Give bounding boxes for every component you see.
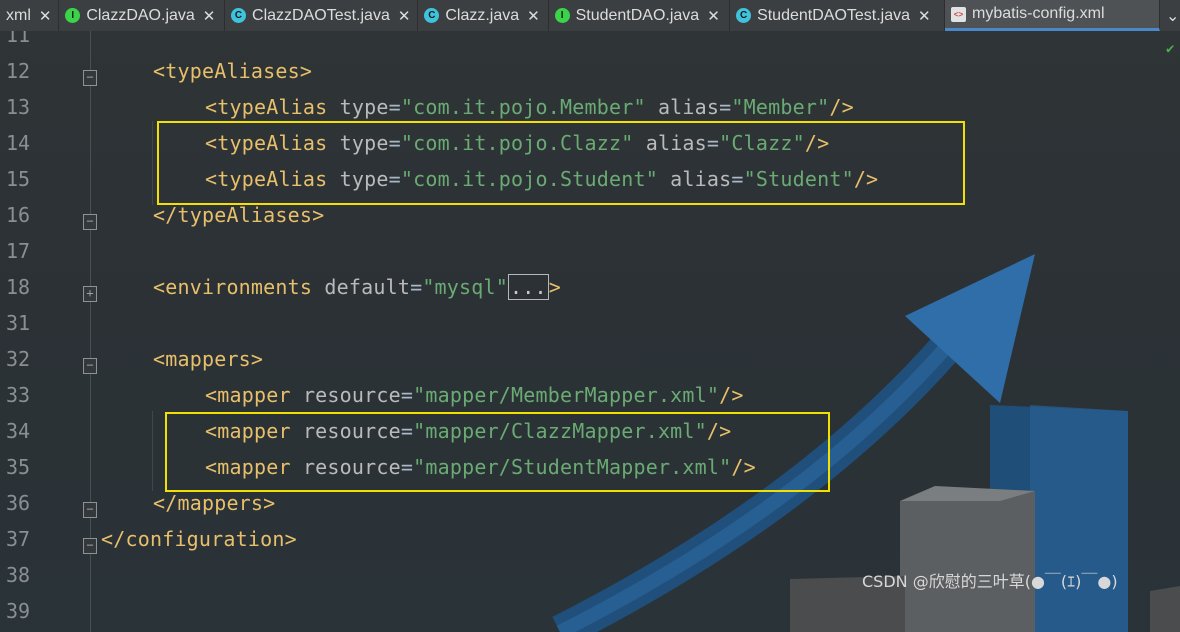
line-number: 33 — [6, 383, 31, 407]
interface-icon: I — [554, 8, 570, 23]
tab-studentdaotest-java[interactable]: C StudentDAOTest.java ✕ — [730, 0, 946, 31]
editor-tab-bar: xml ✕ I ClazzDAO.java ✕ C ClazzDAOTest.java ✕ C C… — [0, 0, 1180, 32]
code-token: type — [339, 95, 389, 119]
code-token: <mappers> — [153, 347, 264, 371]
line-number: 16 — [6, 203, 31, 227]
code-token: alias — [645, 95, 720, 119]
collapse-fold-icon[interactable]: − — [83, 214, 97, 230]
line-number: 31 — [6, 311, 31, 335]
line-number: 18 — [6, 275, 31, 299]
close-icon[interactable]: ✕ — [527, 7, 540, 25]
code-token: <typeAliases> — [153, 59, 313, 83]
code-line[interactable]: </typeAliases> — [153, 203, 324, 227]
code-token: = — [388, 95, 401, 119]
tab-label: Clazz.java — [445, 6, 520, 24]
class-icon: C — [231, 8, 247, 23]
close-icon[interactable]: ✕ — [707, 7, 720, 25]
code-token: "mapper/MemberMapper.xml" — [413, 383, 720, 407]
close-icon[interactable]: ✕ — [918, 7, 931, 25]
tab-label: StudentDAOTest.java — [757, 6, 911, 24]
code-token: </typeAliases> — [153, 203, 325, 227]
collapse-fold-icon[interactable]: − — [83, 70, 97, 86]
interface-icon: I — [65, 8, 81, 23]
indent-guide — [152, 121, 153, 205]
code-token: = — [410, 275, 423, 299]
collapse-fold-icon[interactable]: − — [83, 538, 97, 554]
code-token: "Member" — [731, 95, 830, 119]
line-number: 34 — [6, 419, 31, 443]
collapse-fold-icon[interactable]: − — [83, 502, 97, 518]
line-number: 35 — [6, 455, 31, 479]
code-line[interactable]: <mappers> — [153, 347, 263, 371]
code-token: default — [324, 275, 411, 299]
collapse-fold-icon[interactable]: − — [83, 358, 97, 374]
indent-guide — [152, 411, 153, 491]
line-number: 32 — [6, 347, 31, 371]
line-number: 38 — [6, 563, 31, 587]
code-editor[interactable]: 11 12− <typeAliases> 13 <typeAlias type="com… — [0, 31, 1180, 632]
tab-clazzdao-java[interactable]: I ClazzDAO.java ✕ — [59, 0, 226, 31]
code-token: = — [719, 95, 732, 119]
code-token: resource — [302, 383, 401, 407]
tab-label: StudentDAO.java — [575, 6, 700, 24]
class-icon: C — [736, 8, 752, 23]
line-number: 12 — [6, 59, 31, 83]
code-line[interactable]: </mappers> — [153, 491, 275, 515]
line-number: 36 — [6, 491, 31, 515]
code-token: "com.it.pojo.Member" — [400, 95, 646, 119]
tab-label: mybatis-config.xml — [972, 5, 1105, 22]
tab-overflow-chevron-icon[interactable]: ⌄ — [1160, 0, 1180, 31]
line-number: 39 — [6, 599, 31, 623]
highlight-box-type-aliases — [157, 121, 965, 205]
code-line[interactable]: <environments default="mysql"... > — [153, 274, 561, 300]
code-token: /> — [829, 95, 854, 119]
line-number: 15 — [6, 167, 31, 191]
code-token: </configuration> — [101, 527, 297, 551]
tab-clazz-java[interactable]: C Clazz.java ✕ — [418, 0, 549, 31]
close-icon[interactable]: ✕ — [203, 7, 216, 25]
code-line[interactable]: </configuration> — [101, 527, 297, 551]
code-line[interactable]: <typeAliases> — [153, 59, 312, 83]
code-token: <environments — [153, 275, 325, 299]
tab-mybatis-config-xml[interactable]: <> mybatis-config.xml — [945, 0, 1161, 31]
inspection-ok-icon: ✔ — [1166, 41, 1175, 57]
line-number: 13 — [6, 95, 31, 119]
code-line[interactable]: <mapper resource="mapper/MemberMapper.xm… — [205, 383, 744, 407]
code-token: <typeAlias — [205, 95, 340, 119]
code-line[interactable]: <typeAlias type="com.it.pojo.Member" ali… — [205, 95, 854, 119]
tab-label: xml — [6, 6, 31, 24]
close-icon[interactable]: ✕ — [39, 7, 52, 25]
collapsed-region-button[interactable]: ... — [508, 274, 549, 300]
close-icon[interactable]: ✕ — [398, 7, 411, 25]
tab-label: ClazzDAOTest.java — [252, 6, 390, 24]
xml-file-icon: <> — [951, 6, 967, 22]
watermark: CSDN @欣慰的三叶草(●￣(ｴ)￣●) — [862, 572, 1118, 591]
tab-xml[interactable]: xml ✕ — [0, 0, 60, 31]
line-number: 11 — [6, 31, 31, 47]
code-token: = — [400, 383, 414, 407]
code-token: <mapper — [205, 383, 303, 407]
line-number: 37 — [6, 527, 31, 551]
line-number: 14 — [6, 131, 31, 155]
highlight-box-mappers — [165, 412, 830, 492]
expand-fold-icon[interactable]: + — [83, 286, 97, 302]
code-token: > — [548, 275, 561, 299]
tab-label: ClazzDAO.java — [86, 6, 195, 24]
code-token: "mysql" — [422, 275, 508, 299]
tab-clazzdaotest-java[interactable]: C ClazzDAOTest.java ✕ — [225, 0, 419, 31]
line-number: 17 — [6, 239, 31, 263]
code-token: /> — [719, 383, 744, 407]
class-icon: C — [424, 8, 440, 23]
tab-studentdao-java[interactable]: I StudentDAO.java ✕ — [549, 0, 731, 31]
code-token: </mappers> — [153, 491, 276, 515]
